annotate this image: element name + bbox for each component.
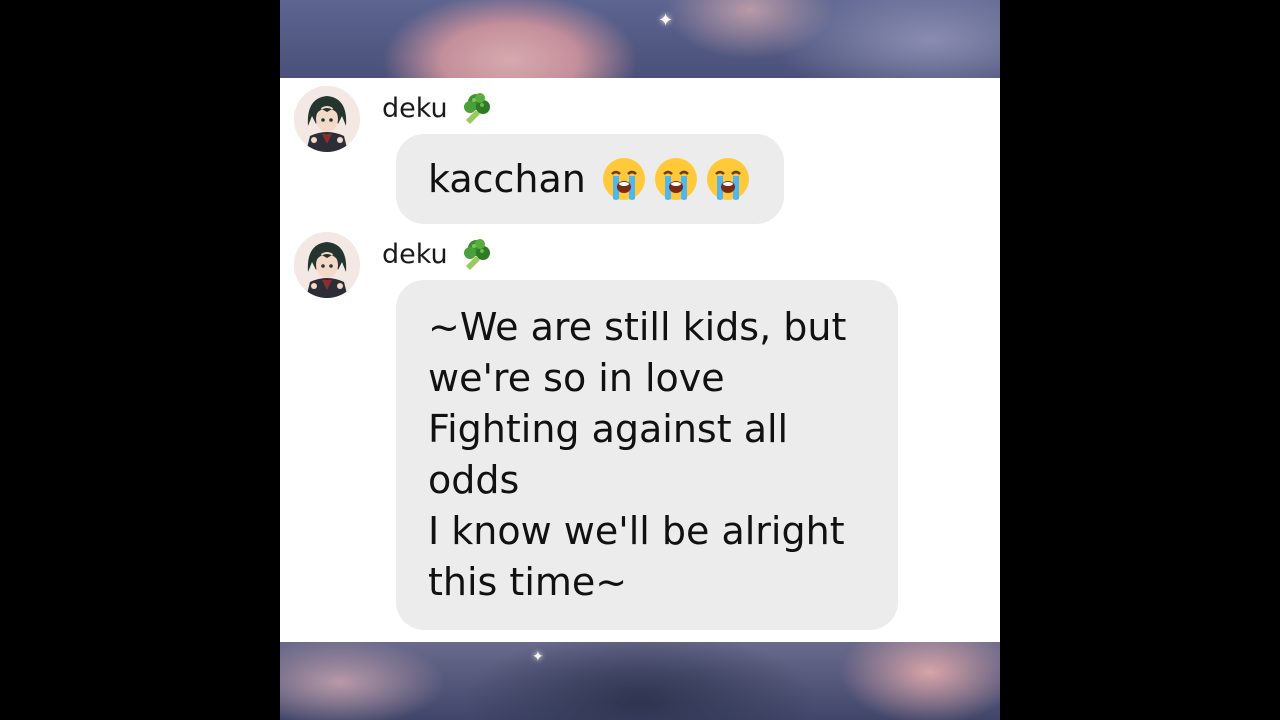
sender: deku <box>382 90 492 126</box>
chat-message: deku ~We are still kids, but we're so in… <box>280 232 1000 630</box>
sparkle-icon: ✦ <box>532 649 544 665</box>
avatar-image <box>294 232 360 298</box>
message-text: kacchan <box>428 157 586 201</box>
avatar[interactable] <box>294 232 360 298</box>
message-bubble[interactable]: ~We are still kids, but we're so in love… <box>396 280 898 630</box>
background-image-top: ✦ <box>280 0 1000 78</box>
message-line: we're so in love <box>428 356 725 400</box>
avatar-image <box>294 86 360 152</box>
sender-name: deku <box>382 238 448 270</box>
broccoli-icon <box>463 93 490 124</box>
message-line: ~We are still kids, but <box>428 305 847 349</box>
loudly-crying-face-icon <box>654 158 697 200</box>
broccoli-icon <box>463 239 490 270</box>
sender-name: deku <box>382 92 448 124</box>
loudly-crying-face-icon <box>602 158 645 200</box>
background-image-bottom: ✦ <box>280 642 1000 720</box>
loudly-crying-face-icon <box>706 158 749 200</box>
sender: deku <box>382 236 492 272</box>
emoji-group <box>600 155 752 203</box>
message-bubble[interactable]: kacchan <box>396 134 784 224</box>
chat-panel: deku kacchan deku ~We are still kids, bu… <box>280 78 1000 642</box>
message-line: this time~ <box>428 560 628 604</box>
message-line: I know we'll be alright <box>428 509 845 553</box>
sparkle-icon: ✦ <box>658 10 674 31</box>
message-line: Fighting against all <box>428 407 789 451</box>
avatar[interactable] <box>294 86 360 152</box>
chat-message: deku kacchan <box>280 86 1000 226</box>
message-line: odds <box>428 458 520 502</box>
video-frame: ✦ deku kacchan deku ~We are still kids, … <box>280 0 1000 720</box>
